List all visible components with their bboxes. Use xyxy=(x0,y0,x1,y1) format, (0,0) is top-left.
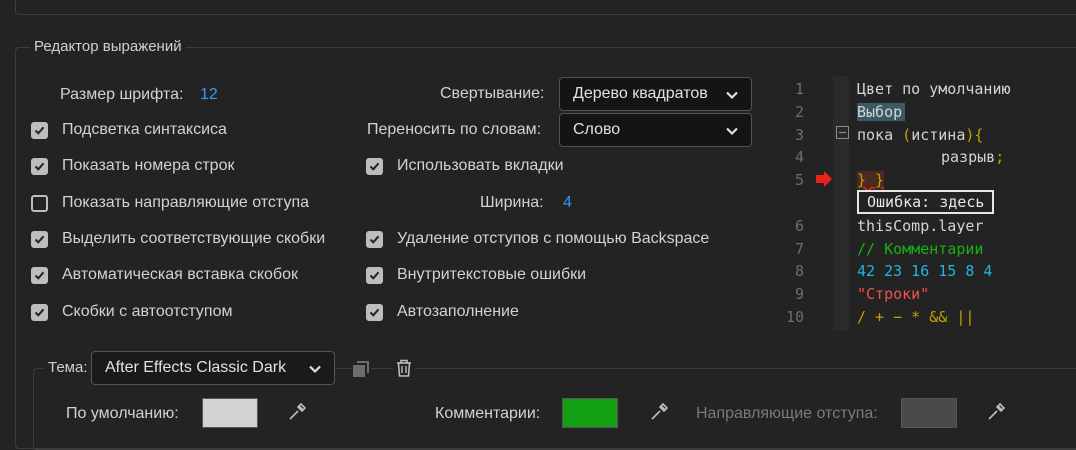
line-number: 4 xyxy=(794,148,804,166)
auto-close-brackets-label: Автоматическая вставка скобок xyxy=(62,266,298,283)
line-number: 10 xyxy=(785,308,804,326)
paren-open-token: ( xyxy=(902,126,912,144)
backspace-unindent-label: Удаление отступов с помощью Backspace xyxy=(397,230,710,247)
preview-line-keyword: пока (истина){ xyxy=(857,126,983,144)
chevron-down-icon xyxy=(309,365,321,374)
break-token: разрыв xyxy=(941,148,996,166)
fold-minus-icon[interactable] xyxy=(836,126,850,140)
eyedropper-icon[interactable] xyxy=(287,402,307,422)
section-title: Редактор выражений xyxy=(30,38,186,55)
preview-line-comment: // Комментарии xyxy=(857,240,984,258)
eyedropper-icon[interactable] xyxy=(649,402,669,422)
default-color-label: По умолчанию: xyxy=(66,405,179,422)
preview-line-string: "Строки" xyxy=(857,285,930,303)
preview-line-identifier: thisComp.layer xyxy=(857,217,984,235)
preview-line-default: Цвет по умолчанию xyxy=(857,80,1011,98)
word-wrap-select[interactable]: Слово xyxy=(559,113,752,147)
trash-icon[interactable] xyxy=(393,357,415,379)
folding-select-value: Дерево квадратов xyxy=(573,85,708,102)
tab-width-label: Ширина: xyxy=(480,194,544,211)
folding-label: Свертывание: xyxy=(440,85,545,102)
indent-guides-color-swatch[interactable] xyxy=(901,398,957,428)
folding-select[interactable]: Дерево квадратов xyxy=(559,77,752,111)
preview-line-operators: / + − * && || xyxy=(857,308,975,326)
autocomplete-checkbox[interactable] xyxy=(366,304,383,321)
use-tabs-label: Использовать вкладки xyxy=(397,157,564,174)
indent-guides-checkbox[interactable] xyxy=(31,195,48,212)
theme-select[interactable]: After Effects Classic Dark xyxy=(91,351,335,385)
save-theme-icon[interactable] xyxy=(351,359,371,379)
auto-indent-brackets-label: Скобки с автоотступом xyxy=(62,303,233,320)
brace-token: { xyxy=(974,126,984,144)
comments-color-label: Комментарии: xyxy=(435,405,541,422)
preview-line-numbers: 42 23 16 15 8 4 xyxy=(857,262,993,280)
line-number: 7 xyxy=(794,240,804,258)
ident-token: истина xyxy=(911,126,966,144)
font-size-label: Размер шрифта: xyxy=(60,86,184,103)
syntax-highlight-label: Подсветка синтаксиса xyxy=(62,121,227,138)
use-tabs-checkbox[interactable] xyxy=(366,158,383,175)
word-wrap-label: Переносить по словам: xyxy=(367,121,542,138)
line-number: 3 xyxy=(794,126,804,144)
default-color-swatch[interactable] xyxy=(202,398,258,428)
chevron-down-icon xyxy=(726,91,738,100)
indent-guides-label: Показать направляющие отступа xyxy=(62,194,309,211)
indent-guides-color-label: Направляющие отступа: xyxy=(696,405,878,422)
autocomplete-label: Автозаполнение xyxy=(397,303,519,320)
line-number: 1 xyxy=(794,80,804,98)
keyword-token: пока xyxy=(857,126,894,144)
top-panel-border xyxy=(15,0,1076,15)
preview-line-break: разрыв; xyxy=(941,148,1004,166)
preview-line-error: } } xyxy=(857,171,885,189)
comments-color-swatch[interactable] xyxy=(562,398,618,428)
inline-error-box: Ошибка: здесь xyxy=(857,190,995,214)
semicolon-token: ; xyxy=(995,148,1005,166)
theme-select-value: After Effects Classic Dark xyxy=(105,359,287,376)
error-arrow-icon xyxy=(816,171,832,187)
line-numbers-label: Показать номера строк xyxy=(62,157,235,174)
auto-indent-brackets-checkbox[interactable] xyxy=(31,304,48,321)
line-number: 8 xyxy=(794,262,804,280)
line-number: 9 xyxy=(794,285,804,303)
preview-line-selection: Выбор xyxy=(857,103,906,121)
line-numbers-checkbox[interactable] xyxy=(31,158,48,175)
line-number: 2 xyxy=(794,103,804,121)
syntax-highlight-checkbox[interactable] xyxy=(31,122,48,139)
auto-close-brackets-checkbox[interactable] xyxy=(31,267,48,284)
inline-errors-checkbox[interactable] xyxy=(366,267,383,284)
line-number: 5 xyxy=(794,171,804,189)
tab-width-value[interactable]: 4 xyxy=(563,194,572,212)
font-size-value[interactable]: 12 xyxy=(200,86,218,104)
preview-gutter xyxy=(833,76,849,331)
match-brackets-checkbox[interactable] xyxy=(31,231,48,248)
inline-errors-label: Внутритекстовые ошибки xyxy=(397,266,587,283)
word-wrap-select-value: Слово xyxy=(573,121,621,138)
theme-label: Тема: xyxy=(44,359,92,376)
backspace-unindent-checkbox[interactable] xyxy=(366,231,383,248)
chevron-down-icon xyxy=(726,127,738,136)
line-number: 6 xyxy=(794,217,804,235)
match-brackets-label: Выделить соответствующие скобки xyxy=(62,230,326,247)
eyedropper-icon[interactable] xyxy=(986,402,1006,422)
